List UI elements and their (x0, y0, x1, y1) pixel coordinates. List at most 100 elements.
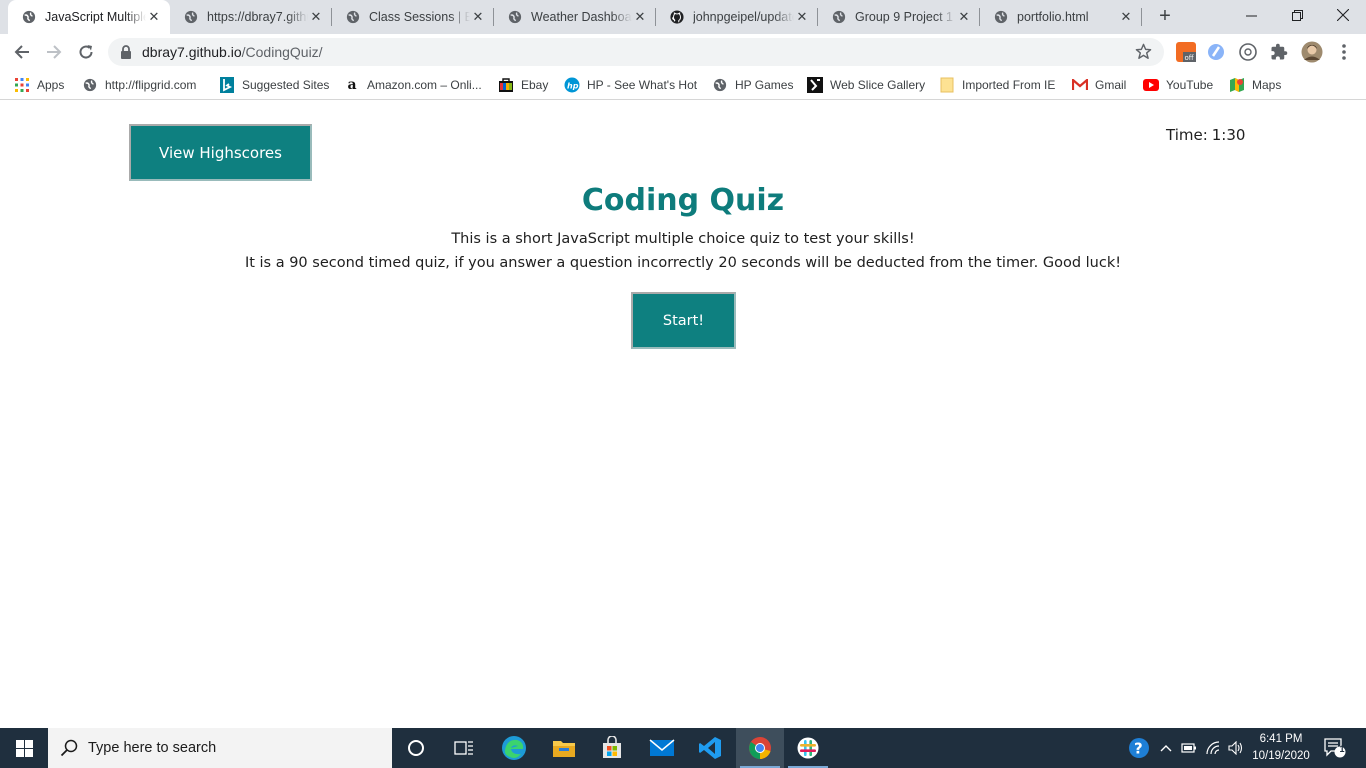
tab-title: Weather Dashboard (531, 10, 632, 24)
bookmark-web-slice[interactable]: Web Slice Gallery (807, 75, 925, 95)
clock-time: 6:41 PM (1259, 733, 1303, 745)
tab-class-sessions[interactable]: Class Sessions | Bootcamp ✕ (332, 0, 494, 34)
tab-javascript-quiz[interactable]: JavaScript Multiple Choice Quiz ✕ (8, 0, 170, 34)
forward-arrow-icon (47, 45, 62, 59)
url-path: /CodingQuiz/ (241, 44, 323, 60)
volume-icon[interactable] (1226, 738, 1246, 758)
windows-logo-icon (15, 739, 33, 757)
bookmark-label: Apps (37, 78, 65, 92)
tab-github-johnpgeipel[interactable]: johnpgeipel/updated ✕ (656, 0, 818, 34)
bookmark-hp-games[interactable]: HP Games (712, 75, 793, 95)
bookmark-label: Gmail (1095, 78, 1127, 92)
cortana-button[interactable] (392, 728, 440, 768)
taskbar-mail[interactable] (638, 728, 686, 768)
taskbar-vscode[interactable] (686, 728, 734, 768)
close-tab-icon[interactable]: ✕ (632, 9, 648, 25)
maps-icon (1229, 77, 1245, 93)
close-tab-icon[interactable]: ✕ (1118, 9, 1134, 25)
bookmark-apps[interactable]: Apps (14, 75, 64, 95)
address-bar[interactable]: dbray7.github.io/CodingQuiz/ (108, 38, 1164, 66)
taskbar-chrome[interactable] (736, 728, 784, 768)
bookmark-youtube[interactable]: YouTube (1143, 75, 1213, 95)
bookmark-label: Suggested Sites (242, 78, 330, 92)
globe-icon (184, 10, 198, 24)
close-tab-icon[interactable]: ✕ (794, 9, 810, 25)
tab-title: johnpgeipel/updated (693, 10, 794, 24)
task-view-icon (454, 741, 473, 755)
timer-value: 1:30 (1211, 126, 1246, 144)
notification-count: 1 (1339, 744, 1345, 754)
globe-icon (508, 10, 522, 24)
taskbar-search-box[interactable]: Type here to search (48, 728, 392, 768)
tray-overflow-chevron-icon[interactable] (1156, 738, 1176, 758)
taskbar-slack[interactable] (784, 728, 832, 768)
battery-icon[interactable] (1179, 738, 1199, 758)
tab-group9-project[interactable]: Group 9 Project 1 ✕ (818, 0, 980, 34)
globe-icon (82, 77, 98, 93)
close-tab-icon[interactable]: ✕ (146, 9, 162, 25)
browser-menu-icon[interactable] (1332, 40, 1356, 64)
windows-start-button[interactable] (0, 728, 48, 768)
close-tab-icon[interactable]: ✕ (470, 9, 486, 25)
slack-icon (797, 737, 819, 759)
bookmark-imported-from-ie[interactable]: Imported From IE (939, 75, 1055, 95)
minimize-icon (1245, 15, 1257, 16)
wifi-icon[interactable] (1203, 738, 1223, 758)
url-host: dbray7.github.io (142, 44, 242, 60)
taskbar-file-explorer[interactable] (540, 728, 588, 768)
honey-extension-icon[interactable]: off (1174, 40, 1198, 64)
timer-label: Time: (1166, 126, 1208, 144)
bookmark-label: Imported From IE (962, 78, 1056, 92)
reload-icon (79, 45, 93, 59)
bookmark-gmail[interactable]: Gmail (1072, 75, 1126, 95)
bookmark-maps[interactable]: Maps (1229, 75, 1281, 95)
bookmark-label: HP - See What's Hot (587, 78, 698, 92)
task-view-button[interactable] (440, 728, 488, 768)
extensions-puzzle-icon[interactable] (1267, 40, 1291, 64)
lock-icon (121, 45, 131, 59)
profile-avatar[interactable] (1300, 40, 1324, 64)
taskbar-edge[interactable] (490, 728, 538, 768)
bookmark-label: Ebay (521, 78, 549, 92)
tab-title: Group 9 Project 1 (855, 10, 953, 24)
bookmarks-bar: Apps http://flipgrid.com Suggested Sites… (0, 70, 1366, 100)
close-window-button[interactable] (1320, 0, 1366, 30)
back-arrow-icon (14, 45, 29, 59)
hp-icon: hp (564, 77, 580, 93)
bookmark-amazon[interactable]: a Amazon.com – Onli... (344, 75, 481, 95)
reload-button[interactable] (72, 38, 100, 66)
bookmark-star-icon[interactable] (1135, 43, 1152, 63)
taskbar-store[interactable] (588, 728, 636, 768)
amazon-icon: a (347, 77, 357, 93)
tab-title: portfolio.html (1017, 10, 1089, 24)
forward-button[interactable] (40, 38, 68, 66)
extension-circle-icon[interactable] (1236, 40, 1260, 64)
new-tab-button[interactable]: + (1154, 5, 1176, 27)
shield-extension-icon[interactable] (1204, 40, 1228, 64)
tab-portfolio[interactable]: portfolio.html ✕ (980, 0, 1142, 34)
minimize-button[interactable] (1228, 0, 1274, 30)
search-placeholder: Type here to search (88, 740, 217, 756)
restore-button[interactable] (1274, 0, 1320, 30)
close-tab-icon[interactable]: ✕ (956, 9, 972, 25)
start-button[interactable]: Start! (631, 292, 736, 349)
close-tab-icon[interactable]: ✕ (308, 9, 324, 25)
bookmark-label: HP Games (735, 78, 794, 92)
view-highscores-button[interactable]: View Highscores (129, 124, 312, 181)
bookmark-label: http://flipgrid.com (105, 78, 197, 92)
bing-icon (219, 77, 235, 93)
bookmark-flipgrid[interactable]: http://flipgrid.com (82, 75, 196, 95)
edge-icon (502, 736, 526, 760)
bookmark-ebay[interactable]: Ebay (498, 75, 548, 95)
tab-dbray7-github[interactable]: https://dbray7.github.io/ ✕ (170, 0, 332, 34)
bookmark-suggested-sites[interactable]: Suggested Sites (219, 75, 329, 95)
bookmark-hp-whats-hot[interactable]: hp HP - See What's Hot (564, 75, 697, 95)
help-icon[interactable]: ? (1127, 736, 1151, 760)
svg-text:off: off (1185, 54, 1194, 62)
action-center-button[interactable]: 1 (1322, 735, 1348, 761)
system-clock[interactable]: 6:41 PM 10/19/2020 (1246, 731, 1316, 765)
vscode-icon (699, 737, 721, 759)
quiz-description-line-1: This is a short JavaScript multiple choi… (451, 231, 915, 247)
tab-weather-dashboard[interactable]: Weather Dashboard ✕ (494, 0, 656, 34)
back-button[interactable] (8, 38, 36, 66)
